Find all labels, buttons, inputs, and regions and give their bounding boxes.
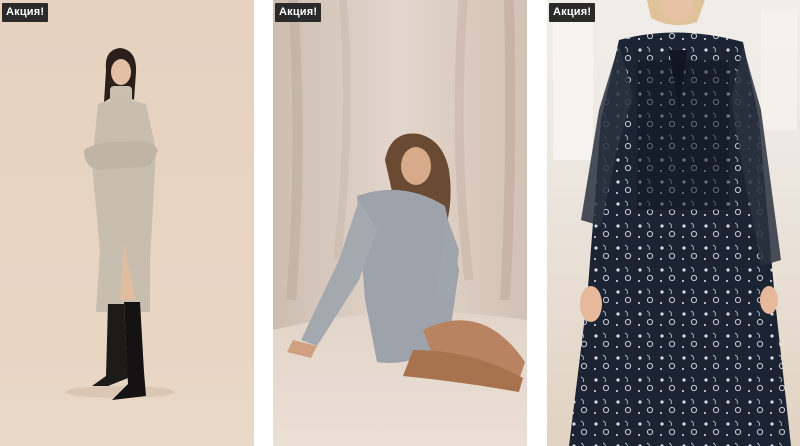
sale-badge: Акция! bbox=[2, 3, 49, 22]
sale-badge: Акция! bbox=[549, 3, 596, 22]
product-grid: Акция! Акция! Акция! bbox=[0, 0, 800, 446]
product-card-1[interactable]: Акция! bbox=[0, 0, 254, 446]
product-image-1[interactable] bbox=[0, 0, 254, 446]
product-image-2[interactable] bbox=[273, 0, 527, 446]
product-card-2[interactable]: Акция! bbox=[273, 0, 527, 446]
product-card-3[interactable]: Акция! bbox=[547, 0, 800, 446]
sale-badge: Акция! bbox=[275, 3, 322, 22]
product-image-3[interactable] bbox=[547, 0, 800, 446]
